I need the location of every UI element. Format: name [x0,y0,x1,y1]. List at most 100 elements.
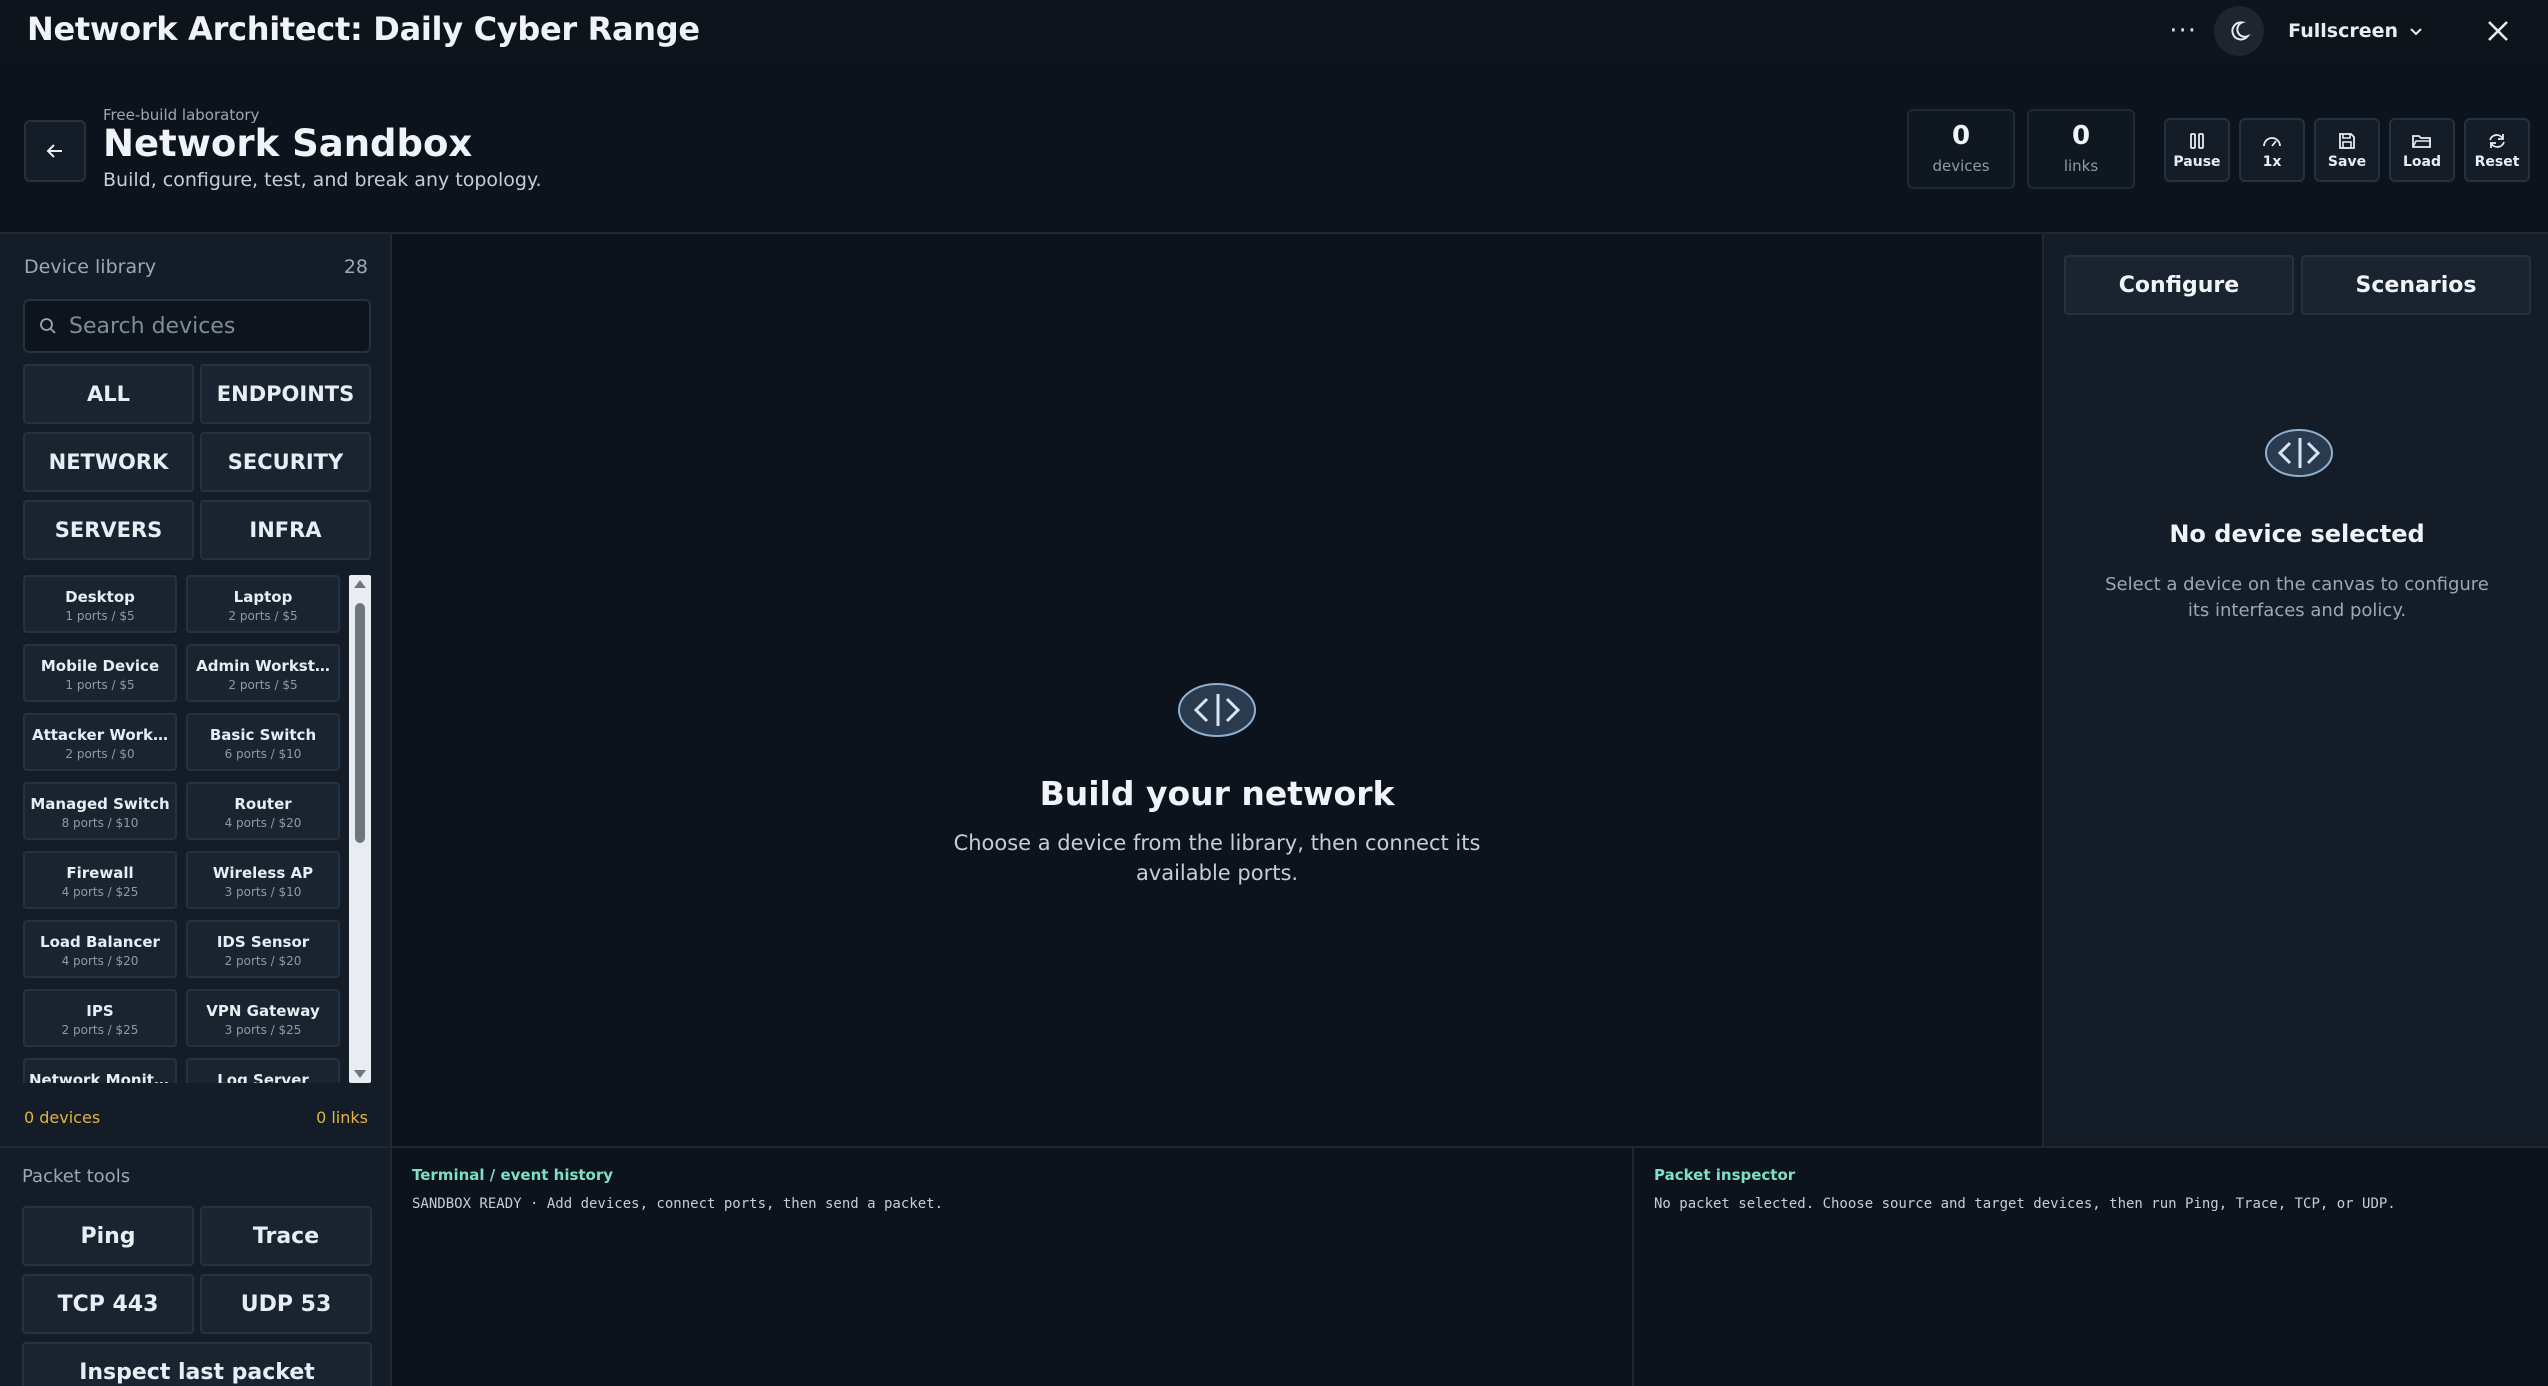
device-meta: 6 ports / $10 [224,747,302,761]
device-name: Attacker Work… [31,726,169,744]
page-header: Free-build laboratory Network Sandbox Bu… [0,62,2548,234]
device-meta: 2 ports / $5 [228,678,298,692]
speed-label: 1x [2262,153,2282,170]
network-canvas[interactable]: Build your network Choose a device from … [392,234,2042,1146]
device-card-wireless-ap[interactable]: Wireless AP 3 ports / $10 [186,851,340,909]
pause-button[interactable]: Pause [2164,118,2230,182]
page-title: Network Sandbox [103,122,473,165]
packet-tools-panel: Packet tools Ping Trace TCP 443 UDP 53 I… [0,1146,392,1386]
theme-toggle-button[interactable] [2214,6,2265,56]
device-card-firewall[interactable]: Firewall 4 ports / $25 [23,851,177,909]
more-options-button[interactable]: ··· [2158,6,2208,56]
category-network[interactable]: NETWORK [23,432,194,492]
device-meta: 1 ports / $5 [65,678,135,692]
device-card-ids-sensor[interactable]: IDS Sensor 2 ports / $20 [186,920,340,978]
device-meta: 1 ports / $5 [65,609,135,623]
close-button[interactable] [2478,11,2518,51]
page-subtitle: Build, configure, test, and break any to… [103,169,542,191]
links-stat: 0 links [2027,109,2135,189]
terminal-panel: Terminal / event history SANDBOX READY ·… [392,1146,1634,1386]
device-name: IPS [86,1002,114,1020]
devices-stat-label: devices [1932,157,1990,175]
device-card-basic-switch[interactable]: Basic Switch 6 ports / $10 [186,713,340,771]
pause-icon [2190,132,2204,149]
canvas-empty-subtitle: Choose a device from the library, then c… [953,831,1481,885]
library-heading: Device library [24,256,157,278]
inspector-heading: Packet inspector [1654,1166,1796,1184]
device-name: Desktop [65,588,135,606]
device-card-router[interactable]: Router 4 ports / $20 [186,782,340,840]
device-card-load-balancer[interactable]: Load Balancer 4 ports / $20 [23,920,177,978]
fullscreen-dropdown[interactable]: Fullscreen [2288,20,2424,42]
device-meta: 4 ports / $20 [224,816,302,830]
device-name: Log Server [217,1071,309,1083]
footer-links-count: 0 links [316,1108,368,1127]
category-endpoints[interactable]: ENDPOINTS [200,364,371,424]
tcp-443-button[interactable]: TCP 443 [22,1274,194,1334]
device-card-managed-switch[interactable]: Managed Switch 8 ports / $10 [23,782,177,840]
save-icon [2339,132,2355,149]
ping-button[interactable]: Ping [22,1206,194,1266]
device-card-admin-workstation[interactable]: Admin Workst… 2 ports / $5 [186,644,340,702]
device-card-desktop[interactable]: Desktop 1 ports / $5 [23,575,177,633]
device-card-log-server[interactable]: Log Server [186,1058,340,1083]
reset-icon [2489,133,2505,148]
inspect-last-packet-button[interactable]: Inspect last packet [22,1342,372,1386]
canvas-empty-title: Build your network [1039,774,1395,813]
category-servers[interactable]: SERVERS [23,500,194,560]
device-name: Laptop [233,588,293,606]
device-search-box[interactable] [23,299,371,353]
category-all[interactable]: ALL [23,364,194,424]
device-name: Managed Switch [30,795,170,813]
search-input[interactable] [69,313,359,339]
tab-scenarios[interactable]: Scenarios [2301,255,2531,315]
device-meta: 2 ports / $0 [65,747,135,761]
links-stat-label: links [2063,157,2099,175]
save-label: Save [2327,153,2367,170]
moon-icon [2231,21,2251,41]
category-security[interactable]: SECURITY [200,432,371,492]
no-device-subtitle: Select a device on the canvas to configu… [2105,574,2489,621]
speed-button[interactable]: 1x [2239,118,2305,182]
packet-inspector-panel: Packet inspector No packet selected. Cho… [1634,1146,2548,1386]
folder-open-icon [2412,134,2431,148]
app-title: Network Architect: Daily Cyber Range [27,10,700,48]
device-card-mobile-device[interactable]: Mobile Device 1 ports / $5 [23,644,177,702]
back-button[interactable] [24,120,86,182]
device-meta: 4 ports / $25 [61,885,139,899]
app-bar: Network Architect: Daily Cyber Range ···… [0,0,2548,62]
device-name: Router [234,795,292,813]
device-card-attacker-workstation[interactable]: Attacker Work… 2 ports / $0 [23,713,177,771]
device-name: Firewall [66,864,134,882]
device-card-network-monitor[interactable]: Network Monitor [23,1058,177,1083]
terminal-heading: Terminal / event history [412,1166,614,1184]
library-count: 28 [343,256,368,278]
device-card-ips[interactable]: IPS 2 ports / $25 [23,989,177,1047]
packet-tools-heading: Packet tools [22,1166,131,1187]
save-button[interactable]: Save [2314,118,2380,182]
devices-stat: 0 devices [1907,109,2015,189]
device-card-vpn-gateway[interactable]: VPN Gateway 3 ports / $25 [186,989,340,1047]
reset-button[interactable]: Reset [2464,118,2530,182]
scroll-thumb[interactable] [355,603,365,843]
device-name: VPN Gateway [206,1002,320,1020]
config-panel: Configure Scenarios No device selected S… [2042,234,2548,1146]
device-list-scrollbar[interactable] [349,575,371,1083]
device-name: Basic Switch [209,726,317,744]
tab-configure[interactable]: Configure [2064,255,2294,315]
udp-53-button[interactable]: UDP 53 [200,1274,372,1334]
device-card-laptop[interactable]: Laptop 2 ports / $5 [186,575,340,633]
load-button[interactable]: Load [2389,118,2455,182]
app-actions: ··· Fullscreen [2158,6,2518,56]
trace-button[interactable]: Trace [200,1206,372,1266]
device-meta: 8 ports / $10 [61,816,139,830]
device-name: Mobile Device [40,657,160,675]
no-device-title: No device selected [2169,520,2425,548]
category-infra[interactable]: INFRA [200,500,371,560]
scroll-down-arrow-icon[interactable] [354,1070,366,1078]
inspector-line: No packet selected. Choose source and ta… [1654,1196,2396,1212]
device-meta: 3 ports / $10 [224,885,302,899]
scroll-up-arrow-icon[interactable] [354,580,366,588]
pause-label: Pause [2173,153,2221,170]
search-icon [40,318,56,334]
